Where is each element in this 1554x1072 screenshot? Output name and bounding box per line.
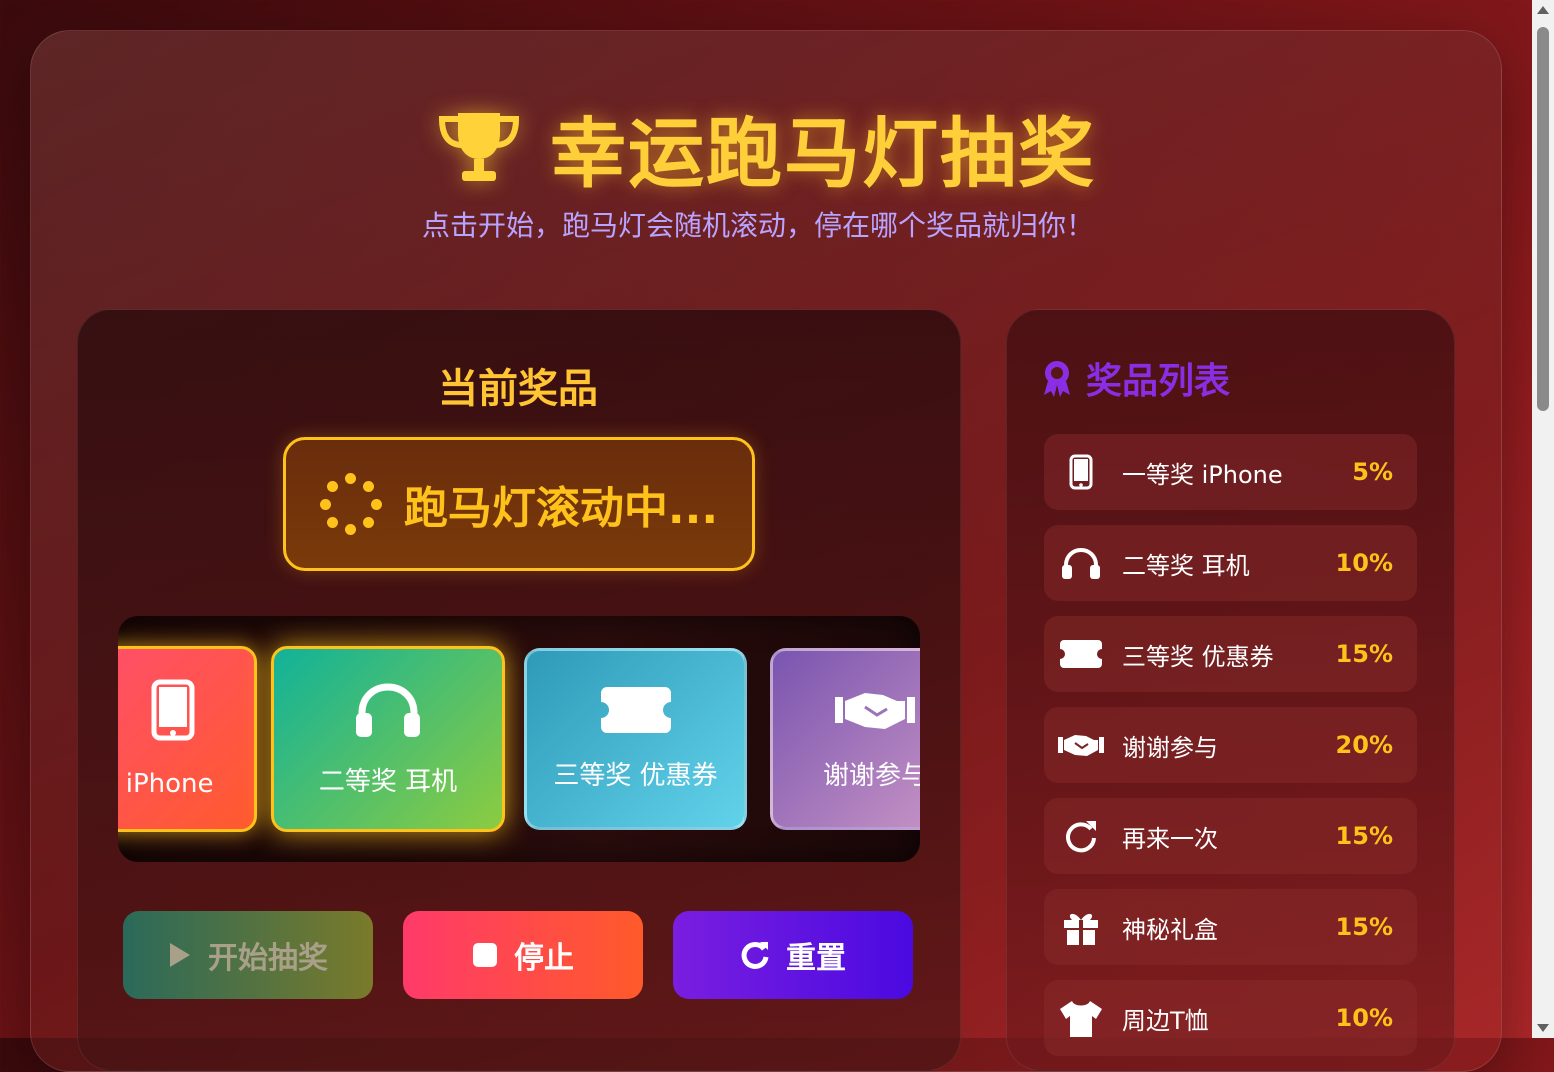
prize-percent: 15%: [1335, 913, 1393, 941]
handshake-icon: [1058, 735, 1104, 756]
prize-item-tshirt: 周边T恤 10%: [1044, 980, 1417, 1056]
tshirt-icon: [1060, 1001, 1102, 1037]
phone-icon: [151, 679, 194, 740]
status-text: 跑马灯滚动中...: [403, 483, 719, 534]
page-subtitle: 点击开始，跑马灯会随机滚动，停在哪个奖品就归你！: [421, 209, 1094, 242]
prize-name: 三等奖 优惠券: [1122, 642, 1274, 671]
page-scrollbar[interactable]: [1532, 0, 1554, 1038]
tile-label: 奖 iPhone: [118, 768, 214, 799]
prize-name: 一等奖 iPhone: [1122, 460, 1283, 489]
award-icon: [1044, 361, 1070, 397]
scroll-down-arrow-icon[interactable]: [1537, 1024, 1549, 1032]
prize-list-title-text: 奖品列表: [1086, 361, 1231, 402]
scrollbar-thumb[interactable]: [1537, 27, 1549, 411]
prize-name: 周边T恤: [1122, 1006, 1209, 1035]
prize-percent: 15%: [1335, 822, 1393, 850]
prize-item-giftbox: 神秘礼盒 15%: [1044, 889, 1417, 965]
marquee-tile-active: 二等奖 耳机: [271, 646, 505, 832]
start-button-label: 开始抽奖: [208, 941, 328, 976]
prize-item-coupon: 三等奖 优惠券 15%: [1044, 616, 1417, 692]
prize-item-headphones: 二等奖 耳机 10%: [1044, 525, 1417, 601]
reset-button-label: 重置: [786, 941, 846, 976]
prize-item-iphone: 一等奖 iPhone 5%: [1044, 434, 1417, 510]
headphones-icon: [1062, 547, 1100, 579]
marquee-tile: 谢谢参与: [770, 648, 920, 830]
prize-item-thanks: 谢谢参与 20%: [1044, 707, 1417, 783]
handshake-icon: [835, 692, 915, 729]
tile-label: 二等奖 耳机: [318, 766, 458, 797]
stop-button-label: 停止: [514, 941, 574, 976]
prize-percent: 20%: [1335, 731, 1393, 759]
prize-list-title: 奖品列表: [1042, 352, 1230, 404]
prize-name: 再来一次: [1122, 824, 1218, 853]
marquee-tile: 三等奖 优惠券: [524, 648, 747, 830]
redo-icon: [1066, 821, 1096, 853]
play-icon: [170, 943, 190, 967]
ticket-icon: [1060, 640, 1102, 668]
page-title: 幸运跑马灯抽奖: [0, 92, 1530, 202]
marquee-strip: 奖 iPhone 二等奖 耳机 三等奖 优惠券 谢谢参与: [118, 616, 920, 862]
prize-name: 神秘礼盒: [1122, 915, 1218, 944]
prize-name: 谢谢参与: [1122, 733, 1218, 762]
phone-icon: [1069, 454, 1093, 490]
prize-percent: 15%: [1335, 640, 1393, 668]
gift-icon: [1064, 913, 1098, 945]
headphones-icon: [356, 682, 420, 737]
current-prize-label: 当前奖品: [438, 366, 598, 412]
spinner-icon: [319, 473, 382, 535]
reset-button[interactable]: 重置: [673, 911, 913, 999]
marquee-tile: 奖 iPhone: [118, 646, 257, 832]
scroll-up-arrow-icon[interactable]: [1537, 6, 1549, 14]
prize-item-again: 再来一次 15%: [1044, 798, 1417, 874]
stop-button[interactable]: 停止: [403, 911, 643, 999]
status-display: 跑马灯滚动中...: [283, 437, 755, 571]
prize-name: 二等奖 耳机: [1122, 551, 1250, 580]
prize-percent: 10%: [1335, 549, 1393, 577]
start-button[interactable]: 开始抽奖: [123, 911, 373, 999]
redo-icon: [741, 941, 769, 969]
tile-label: 三等奖 优惠券: [553, 760, 718, 791]
tile-label: 谢谢参与: [822, 760, 920, 791]
title-text: 幸运跑马灯抽奖: [550, 109, 1096, 198]
prize-percent: 10%: [1335, 1004, 1393, 1032]
ticket-icon: [600, 686, 671, 733]
prize-percent: 5%: [1352, 458, 1393, 486]
stop-icon: [473, 943, 497, 967]
trophy-icon: [438, 113, 520, 181]
